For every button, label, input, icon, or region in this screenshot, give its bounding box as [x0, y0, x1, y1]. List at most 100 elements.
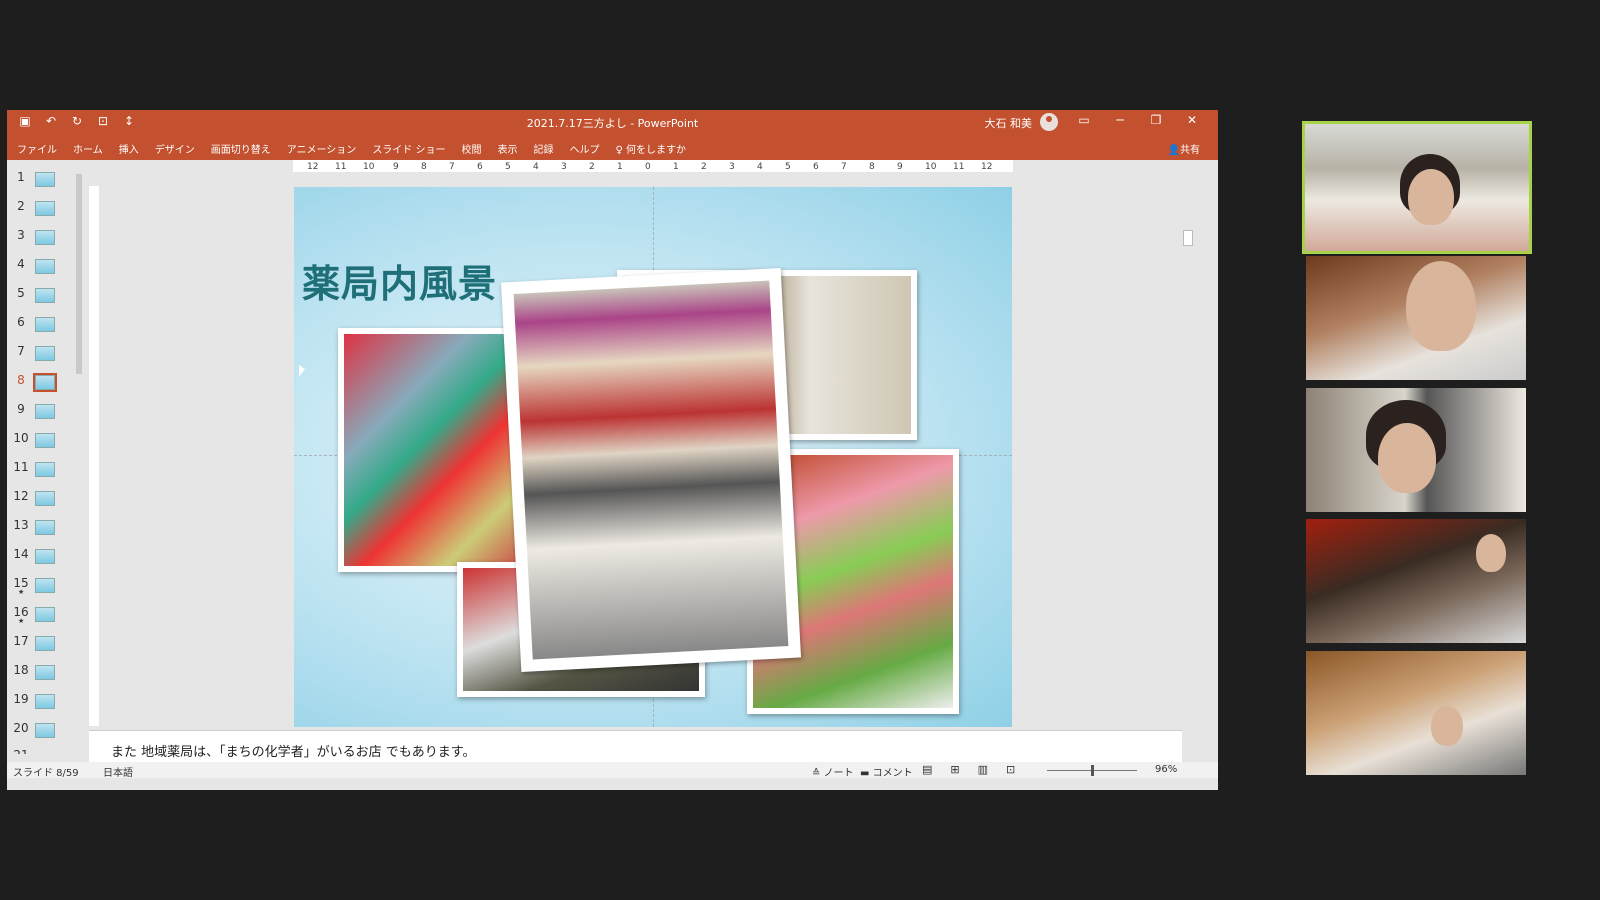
slide-thumbnail[interactable]: 16 ★: [7, 599, 77, 627]
slide-thumbnail[interactable]: 19: [7, 686, 77, 714]
person-icon: 👤: [1167, 145, 1180, 156]
scroll-thumb[interactable]: [1183, 230, 1193, 246]
slide-preview: [35, 230, 55, 245]
ruler-label: 11: [953, 162, 964, 172]
slide-thumbnail[interactable]: 4: [7, 251, 77, 279]
title-bar: ▣ ↶ ↻ ⊡ ↕ 2021.7.17三方よし - PowerPoint 大石 …: [7, 110, 1218, 136]
tab-file[interactable]: ファイル: [17, 141, 57, 156]
video-tile[interactable]: [1306, 256, 1526, 380]
scroll-thumb[interactable]: [76, 174, 82, 374]
zoom-slider-thumb[interactable]: [1091, 765, 1094, 776]
participant-face: [1431, 706, 1463, 746]
comments-button[interactable]: ▬ コメント: [860, 764, 913, 779]
ruler-label: 9: [393, 162, 399, 172]
tell-me-search[interactable]: ♀ 何をしますか: [616, 141, 687, 156]
video-tile[interactable]: [1306, 388, 1526, 512]
slide-preview: [35, 317, 55, 332]
slide-indicator: スライド 8/59: [13, 768, 79, 779]
slide-thumbnail[interactable]: 6: [7, 309, 77, 337]
slide-thumbnail[interactable]: 20: [7, 715, 77, 743]
slide-thumbnail[interactable]: 1: [7, 164, 77, 192]
mouse-cursor-icon: [299, 365, 305, 377]
slide-preview: [35, 259, 55, 274]
close-icon[interactable]: ✕: [1174, 113, 1210, 127]
user-avatar-icon[interactable]: [1040, 113, 1058, 131]
slide-thumbnail[interactable]: 3: [7, 222, 77, 250]
comment-icon: ▬: [860, 768, 873, 779]
ruler-label: 11: [335, 162, 346, 172]
ruler-label: 3: [729, 162, 735, 172]
slide-preview: [35, 694, 55, 709]
user-name: 大石 和美: [984, 117, 1033, 130]
slide-thumbnail[interactable]: 2: [7, 193, 77, 221]
ruler-label: 10: [363, 162, 375, 172]
tab-view[interactable]: 表示: [498, 141, 518, 156]
slide-preview: [35, 723, 55, 738]
speaker-notes-text[interactable]: また 地域薬局は、「まちの化学者」がいるお店 でもあります。: [111, 741, 475, 760]
restore-icon[interactable]: ❐: [1138, 113, 1174, 127]
video-tile[interactable]: [1306, 519, 1526, 643]
slide-canvas[interactable]: 薬局内風景: [294, 187, 1012, 727]
editor-scrollbar[interactable]: [1182, 160, 1193, 760]
slide-thumbnail[interactable]: 17: [7, 628, 77, 656]
tab-record[interactable]: 記録: [534, 141, 554, 156]
tab-review[interactable]: 校閲: [462, 141, 482, 156]
participant-face: [1406, 261, 1476, 351]
slide-thumbnail-active[interactable]: 8: [7, 367, 77, 395]
vertical-ruler: [89, 186, 99, 726]
slide-thumbnail[interactable]: 12: [7, 483, 77, 511]
slide-preview: [35, 578, 55, 593]
tab-slideshow[interactable]: スライド ショー: [372, 141, 445, 156]
user-account[interactable]: 大石 和美: [984, 113, 1058, 131]
slide-thumbnail[interactable]: 11: [7, 454, 77, 482]
slide-thumbnail[interactable]: 13: [7, 512, 77, 540]
video-tile[interactable]: [1306, 651, 1526, 775]
notes-pane[interactable]: また 地域薬局は、「まちの化学者」がいるお店 でもあります。: [89, 730, 1182, 763]
ruler-label: 6: [477, 162, 483, 172]
slide-thumbnail[interactable]: 9: [7, 396, 77, 424]
window-controls: ▭ ─ ❐ ✕: [1066, 113, 1210, 127]
slide-sorter-icon[interactable]: ⊞: [950, 763, 959, 776]
minimize-icon[interactable]: ─: [1102, 113, 1138, 127]
slide-preview: [35, 636, 55, 651]
ribbon-display-icon[interactable]: ▭: [1066, 113, 1102, 127]
slide-thumbnail[interactable]: 14: [7, 541, 77, 569]
tab-transitions[interactable]: 画面切り替え: [211, 141, 271, 156]
tab-insert[interactable]: 挿入: [119, 141, 139, 156]
ribbon-tabs: ファイル ホーム 挿入 デザイン 画面切り替え アニメーション スライド ショー…: [7, 136, 1218, 160]
slide-preview: [35, 201, 55, 216]
slide-thumbnail[interactable]: 18: [7, 657, 77, 685]
tab-help[interactable]: ヘルプ: [570, 141, 600, 156]
photo-rice-display[interactable]: [500, 267, 802, 673]
slide-preview: [35, 520, 55, 535]
participant-face: [1378, 423, 1436, 493]
normal-view-icon[interactable]: ▤: [922, 763, 932, 776]
animation-star-icon: ★: [18, 588, 25, 596]
slide-thumbnail[interactable]: 5: [7, 280, 77, 308]
video-tile-active-speaker[interactable]: [1302, 121, 1532, 254]
ruler-label: 0: [645, 162, 651, 172]
share-button[interactable]: 👤共有: [1168, 141, 1200, 156]
ruler-label: 1: [617, 162, 623, 172]
reading-view-icon[interactable]: ▥: [978, 763, 988, 776]
tab-home[interactable]: ホーム: [73, 141, 103, 156]
tab-design[interactable]: デザイン: [155, 141, 195, 156]
slide-preview: [35, 665, 55, 680]
tab-animations[interactable]: アニメーション: [287, 141, 357, 156]
slide-title[interactable]: 薬局内風景: [302, 253, 497, 308]
ruler-label: 6: [813, 162, 819, 172]
slide-thumbnail[interactable]: 15 ★: [7, 570, 77, 598]
slide-preview: [35, 462, 55, 477]
slide-preview: [35, 433, 55, 448]
zoom-level[interactable]: 96%: [1155, 764, 1177, 775]
language-indicator[interactable]: 日本語: [103, 764, 133, 779]
notes-button[interactable]: ≙ ノート: [812, 764, 854, 779]
slide-thumbnail[interactable]: 21: [7, 742, 77, 754]
thumbnail-scrollbar[interactable]: [75, 162, 83, 754]
slide-preview: [35, 346, 55, 361]
slide-thumbnail[interactable]: 7: [7, 338, 77, 366]
notes-icon: ≙: [812, 768, 824, 779]
slide-thumbnail[interactable]: 10: [7, 425, 77, 453]
slideshow-icon[interactable]: ⊡: [1006, 763, 1015, 776]
ruler-label: 10: [925, 162, 937, 172]
